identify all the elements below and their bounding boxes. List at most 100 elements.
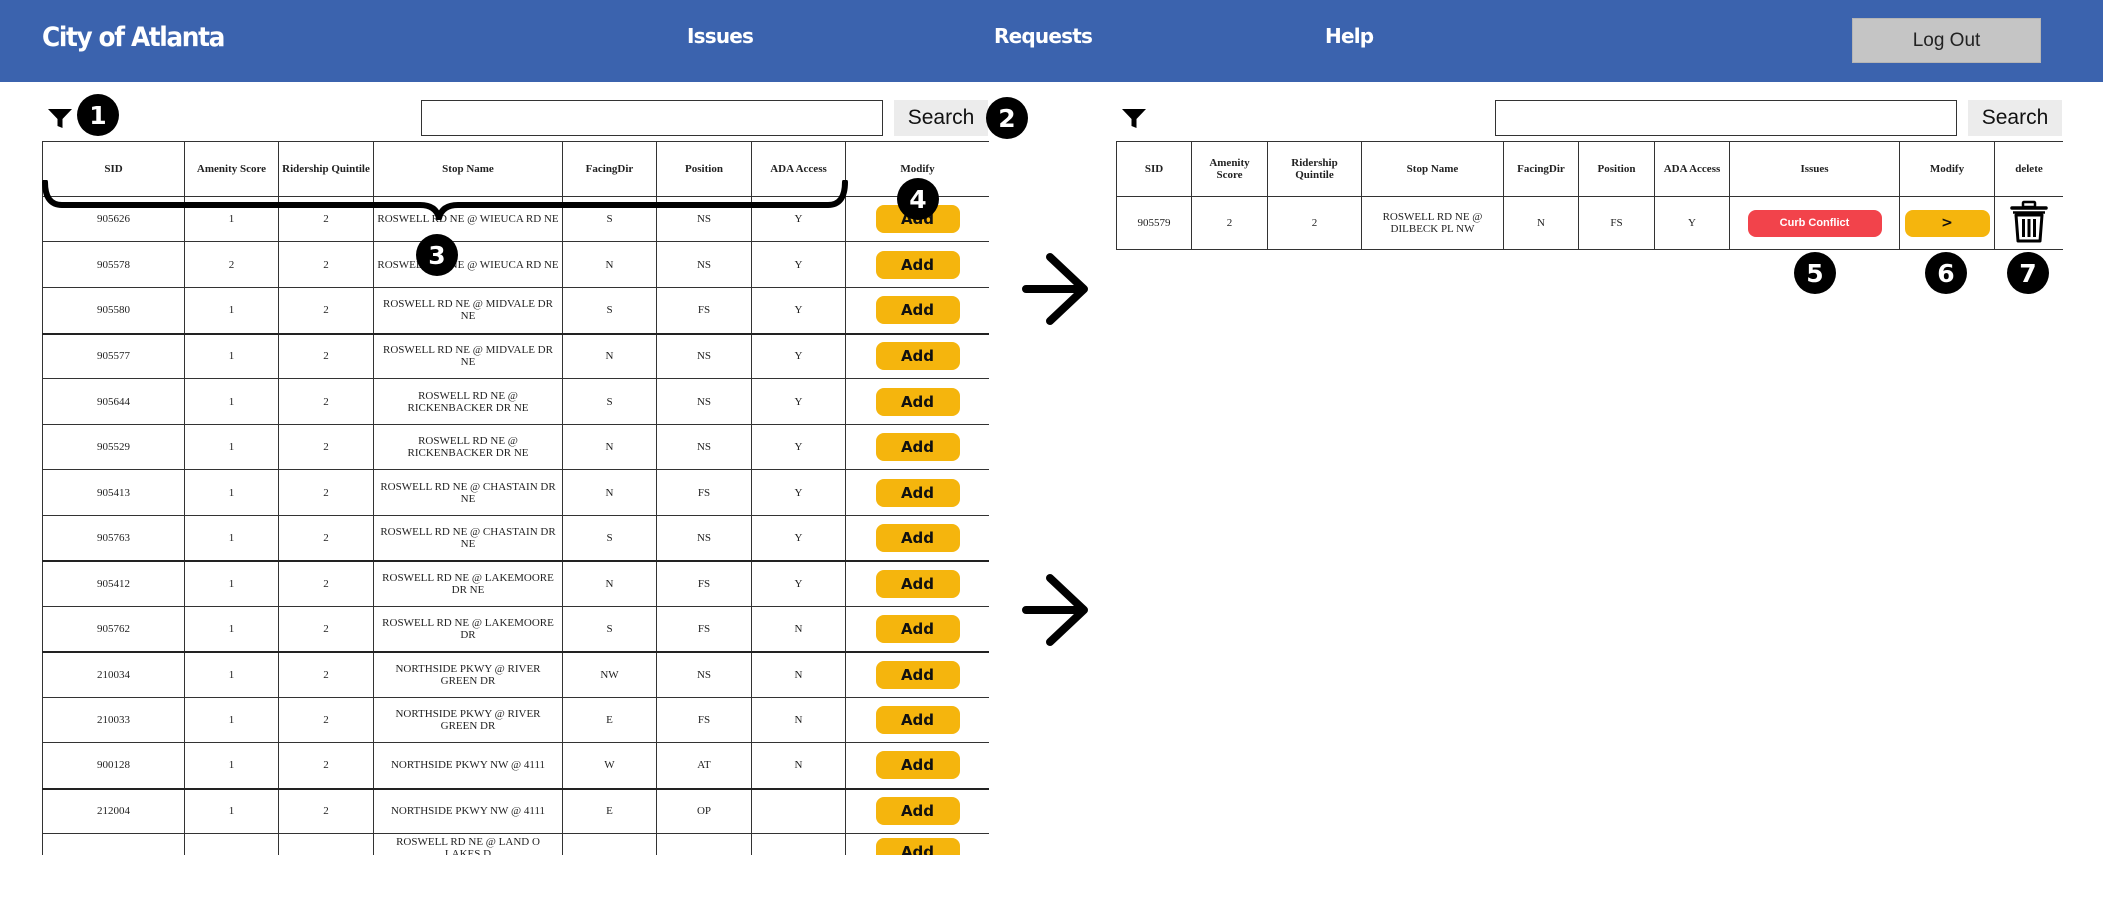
cell-amenity-score: 1 [184, 742, 279, 789]
cell-ada-access: Y [751, 378, 846, 425]
add-button[interactable]: Add [875, 751, 960, 780]
column-header-stop-name[interactable]: Stop Name [373, 141, 563, 197]
cell-ridership-quintile: 2 [1267, 196, 1362, 250]
nav-issues[interactable]: Issues [687, 24, 754, 48]
add-button[interactable]: Add [875, 523, 960, 552]
nav-requests[interactable]: Requests [994, 24, 1093, 48]
cell-ridership-quintile: 2 [278, 469, 374, 516]
cell-ada-access: N [751, 742, 846, 789]
nav-help[interactable]: Help [1325, 24, 1374, 48]
column-header-modify: Modify [1899, 141, 1995, 197]
cell-stop-name: ROSWELL RD NE @ RICKENBACKER DR NE [373, 378, 563, 425]
cell-modify: Add [845, 787, 989, 834]
cell-stop-name: ROSWELL RD NE @ LAKEMOORE DR [373, 606, 563, 652]
column-header-sid[interactable]: SID [1116, 141, 1192, 197]
cell-ridership-quintile: 2 [278, 287, 374, 334]
column-header-amenity-score[interactable]: Amenity Score [1191, 141, 1268, 197]
column-header-ridership-quintile[interactable]: Ridership Quintile [278, 141, 374, 197]
callout-badge-2: 2 [986, 97, 1028, 139]
column-header-facing-dir[interactable]: FacingDir [562, 141, 657, 197]
callout-badge-7: 7 [2007, 252, 2049, 294]
cell-position [656, 833, 752, 855]
modify-button[interactable]: > [1904, 209, 1990, 237]
add-button[interactable]: Add [875, 797, 960, 826]
cell-modify: Add [845, 606, 989, 652]
add-button[interactable]: Add [875, 660, 960, 689]
cell-modify: Add [845, 697, 989, 743]
filter-icon[interactable] [1121, 106, 1147, 132]
column-header-facing-dir[interactable]: FacingDir [1503, 141, 1579, 197]
add-button[interactable]: Add [875, 478, 960, 507]
cell-stop-name: NORTHSIDE PKWY NW @ 4111 [373, 742, 563, 789]
issue-badge-curb-conflict[interactable]: Curb Conflict [1747, 209, 1882, 237]
logout-button[interactable]: Log Out [1852, 18, 2041, 63]
cell-sid: 905529 [42, 424, 185, 470]
cell-facing-dir: W [562, 742, 657, 789]
cell-sid: 900128 [42, 742, 185, 789]
add-button[interactable]: Add [875, 838, 960, 855]
column-header-ada-access[interactable]: ADA Access [751, 141, 846, 197]
cell-position: OP [656, 787, 752, 834]
cell-ridership-quintile: 2 [278, 332, 374, 379]
column-header-position[interactable]: Position [656, 141, 752, 197]
cell-modify: Add [845, 833, 989, 855]
cell-position: FS [656, 606, 752, 652]
left-search-input[interactable] [421, 100, 883, 136]
column-header-sid[interactable]: SID [42, 141, 185, 197]
column-header-amenity-score[interactable]: Amenity Score [184, 141, 279, 197]
right-search-button[interactable]: Search [1968, 100, 2062, 136]
add-button[interactable]: Add [875, 614, 960, 643]
cell-amenity-score: 1 [184, 650, 279, 698]
cell-stop-name: NORTHSIDE PKWY @ RIVER GREEN DR [373, 697, 563, 743]
add-button[interactable]: Add [875, 433, 960, 461]
add-button[interactable]: Add [875, 706, 960, 734]
cell-position: AT [656, 742, 752, 789]
cell-delete [1994, 196, 2063, 250]
cell-ada-access: Y [751, 515, 846, 561]
left-search-button[interactable]: Search [894, 100, 988, 136]
cell-issues: Curb Conflict [1729, 196, 1900, 250]
cell-position: NS [656, 378, 752, 425]
cell-sid: 212004 [42, 787, 185, 834]
column-header-position[interactable]: Position [1578, 141, 1655, 197]
cell-stop-name: ROSWELL RD NE @ WIEUCA RD NE [373, 241, 563, 288]
bus-stop-table-container: SID Amenity Score Ridership Quintile Sto… [42, 141, 989, 855]
cell-sid: 210034 [42, 650, 185, 698]
cell-ridership-quintile: 2 [278, 787, 374, 834]
cell-ada-access: Y [751, 424, 846, 470]
add-button[interactable]: Add [875, 569, 960, 598]
cell-facing-dir: N [562, 559, 657, 607]
trash-icon[interactable] [2010, 200, 2048, 244]
cell-stop-name: ROSWELL RD NE @ CHASTAIN DR NE [373, 469, 563, 516]
column-header-stop-name[interactable]: Stop Name [1361, 141, 1504, 197]
add-button[interactable]: Add [875, 296, 960, 325]
table-row: 905578 2 2 ROSWELL RD NE @ WIEUCA RD NE … [42, 241, 989, 288]
cell-amenity-score: 1 [184, 559, 279, 607]
cell-amenity-score [184, 833, 279, 855]
add-button[interactable]: Add [875, 250, 960, 279]
right-arrow-icon [1022, 253, 1088, 325]
cell-sid: 905577 [42, 332, 185, 379]
cell-sid: 905412 [42, 559, 185, 607]
cell-facing-dir: E [562, 697, 657, 743]
column-header-ada-access[interactable]: ADA Access [1654, 141, 1730, 197]
table-row: 905577 1 2 ROSWELL RD NE @ MIDVALE DR NE… [42, 332, 989, 379]
filter-icon[interactable] [47, 106, 73, 132]
cell-sid: 905580 [42, 287, 185, 334]
right-search-input[interactable] [1495, 100, 1957, 136]
cell-sid: 905579 [1116, 196, 1192, 250]
cell-modify: Add [845, 332, 989, 379]
cell-facing-dir: S [562, 196, 657, 242]
add-button[interactable]: Add [875, 387, 960, 416]
table-row: 212004 1 2 NORTHSIDE PKWY NW @ 4111 E OP… [42, 787, 989, 834]
callout-badge-1: 1 [77, 94, 119, 136]
brand-title[interactable]: City of Atlanta [42, 22, 225, 53]
cell-facing-dir: E [562, 787, 657, 834]
table-row: ROSWELL RD NE @ LAND O LAKES D Add [42, 833, 989, 855]
cell-stop-name: ROSWELL RD NE @ LAND O LAKES D [373, 833, 563, 855]
table-row: 905412 1 2 ROSWELL RD NE @ LAKEMOORE DR … [42, 559, 989, 607]
cell-modify: Add [845, 515, 989, 561]
add-button[interactable]: Add [875, 342, 960, 371]
column-header-ridership-quintile[interactable]: Ridership Quintile [1267, 141, 1362, 197]
cell-sid: 905626 [42, 196, 185, 242]
